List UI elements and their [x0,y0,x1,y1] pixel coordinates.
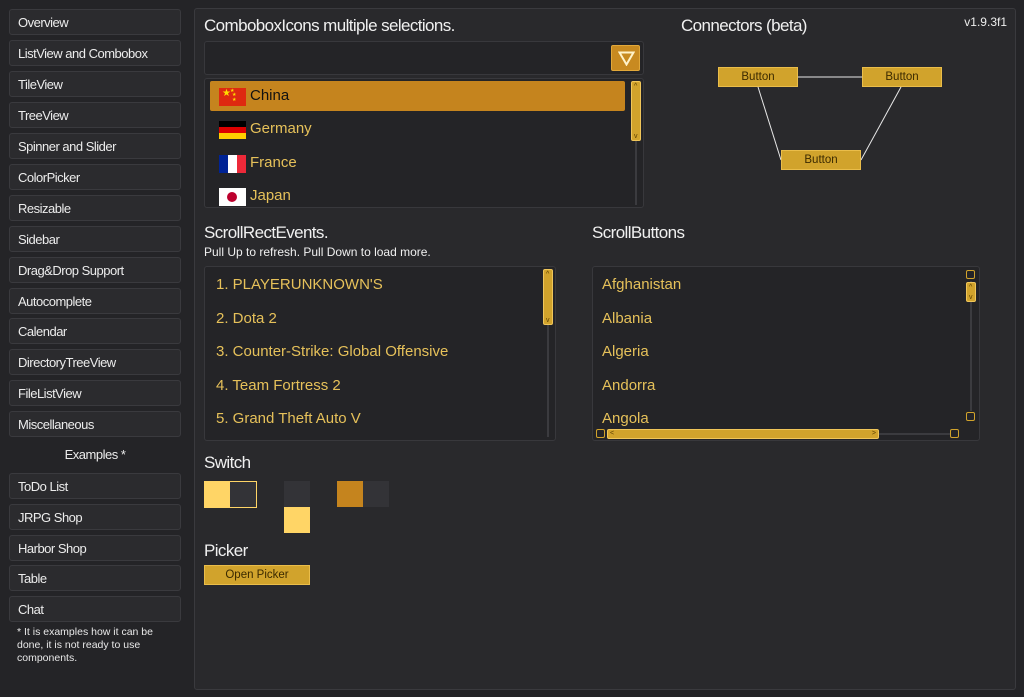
list-item-france[interactable]: France [210,148,625,178]
list-item-label: China [250,87,290,104]
list-item-japan[interactable]: Japan [210,181,625,207]
combobox-title: ComboboxIcons multiple selections. [204,16,455,35]
scrollbuttons-list: Afghanistan Albania Algeria Andorra Ango… [592,266,980,441]
scrollbuttons-title: ScrollButtons [592,223,685,242]
sidebar-item-colorpicker[interactable]: ColorPicker [9,164,181,190]
sidebar-item-directorytreeview[interactable]: DirectoryTreeView [9,349,181,375]
examples-header: Examples * [64,447,126,462]
scrollrect-title: ScrollRectEvents. [204,223,329,242]
list-item-label: Japan [250,187,291,204]
sidebar-item-harbor-shop[interactable]: Harbor Shop [9,535,181,561]
sidebar-item-autocomplete[interactable]: Autocomplete [9,288,181,314]
france-flag-icon [219,155,246,173]
scrollrect-subtitle: Pull Up to refresh. Pull Down to load mo… [204,245,431,259]
list-item[interactable]: 4. Team Fortress 2 [216,377,341,394]
sidebar-item-calendar[interactable]: Calendar [9,318,181,344]
switch-title: Switch [204,453,251,472]
connector-button-2[interactable]: Button [862,67,942,87]
sidebar-item-filelistview[interactable]: FileListView [9,380,181,406]
sidebar-item-todo-list[interactable]: ToDo List [9,473,181,499]
sidebar: Overview ListView and Combobox TileView … [0,0,190,697]
vertical-scrollbar-thumb[interactable]: ^ v [966,282,976,302]
switch-3-track [363,481,389,507]
sidebar-item-overview[interactable]: Overview [9,9,181,35]
sidebar-item-dragdrop[interactable]: Drag&Drop Support [9,257,181,283]
picker-title: Picker [204,541,248,560]
switch-2-knob [284,507,310,533]
list-item[interactable]: 3. Counter-Strike: Global Offensive [216,343,448,360]
sidebar-item-jrpg-shop[interactable]: JRPG Shop [9,504,181,530]
sidebar-item-table[interactable]: Table [9,565,181,591]
combobox-list: ★ ★ ★ ★ China Germany France Japan ^ v [204,78,644,208]
japan-flag-icon [219,188,246,206]
list-item-germany[interactable]: Germany [210,114,625,144]
germany-flag-icon [219,121,246,139]
combobox-input[interactable] [204,41,644,75]
horizontal-scrollbar-thumb[interactable]: < > [607,429,879,439]
main-panel: v1.9.3f1 ComboboxIcons multiple selectio… [194,8,1016,690]
switch-1[interactable] [204,481,257,508]
switch-2[interactable] [284,481,310,533]
connector-button-3[interactable]: Button [781,150,861,170]
combobox-scrollbar-thumb[interactable]: ^ v [631,81,641,141]
list-item[interactable]: Angola [602,410,649,427]
switch-1-knob [205,482,230,507]
list-item[interactable]: 5. Grand Theft Auto V [216,410,361,427]
china-flag-icon: ★ ★ ★ ★ [219,88,246,106]
switch-1-track [230,482,256,507]
list-item[interactable]: 2. Dota 2 [216,310,277,327]
version-label: v1.9.3f1 [964,15,1007,29]
list-item[interactable]: Afghanistan [602,276,681,293]
list-item[interactable]: Algeria [602,343,649,360]
list-item[interactable]: Albania [602,310,652,327]
sidebar-item-treeview[interactable]: TreeView [9,102,181,128]
connectors-title: Connectors (beta) [681,16,807,35]
sidebar-item-sidebar[interactable]: Sidebar [9,226,181,252]
scrollrect-scrollbar-thumb[interactable]: ^ v [543,269,553,325]
scroll-up-button[interactable] [966,270,975,279]
sidebar-item-spinner-slider[interactable]: Spinner and Slider [9,133,181,159]
connector-button-1[interactable]: Button [718,67,798,87]
scroll-down-button[interactable] [966,412,975,421]
examples-note: * It is examples how it can be done, it … [17,626,153,664]
open-picker-button[interactable]: Open Picker [204,565,310,585]
sidebar-item-listview-combobox[interactable]: ListView and Combobox [9,40,181,66]
sidebar-item-miscellaneous[interactable]: Miscellaneous [9,411,181,437]
scroll-right-button[interactable] [950,429,959,438]
switch-3[interactable] [337,481,389,507]
scrollrect-list: 1. PLAYERUNKNOWN'S 2. Dota 2 3. Counter-… [204,266,556,441]
switch-3-knob [337,481,363,507]
scroll-left-button[interactable] [596,429,605,438]
combobox-toggle-button[interactable] [611,45,640,71]
sidebar-item-chat[interactable]: Chat [9,596,181,622]
list-item-china[interactable]: ★ ★ ★ ★ China [210,81,625,111]
list-item[interactable]: Andorra [602,377,655,394]
switch-2-track [284,481,310,507]
sidebar-item-resizable[interactable]: Resizable [9,195,181,221]
list-item-label: Germany [250,120,312,137]
sidebar-item-tileview[interactable]: TileView [9,71,181,97]
triangle-down-icon [618,51,635,66]
list-item-label: France [250,154,297,171]
list-item[interactable]: 1. PLAYERUNKNOWN'S [216,276,383,293]
